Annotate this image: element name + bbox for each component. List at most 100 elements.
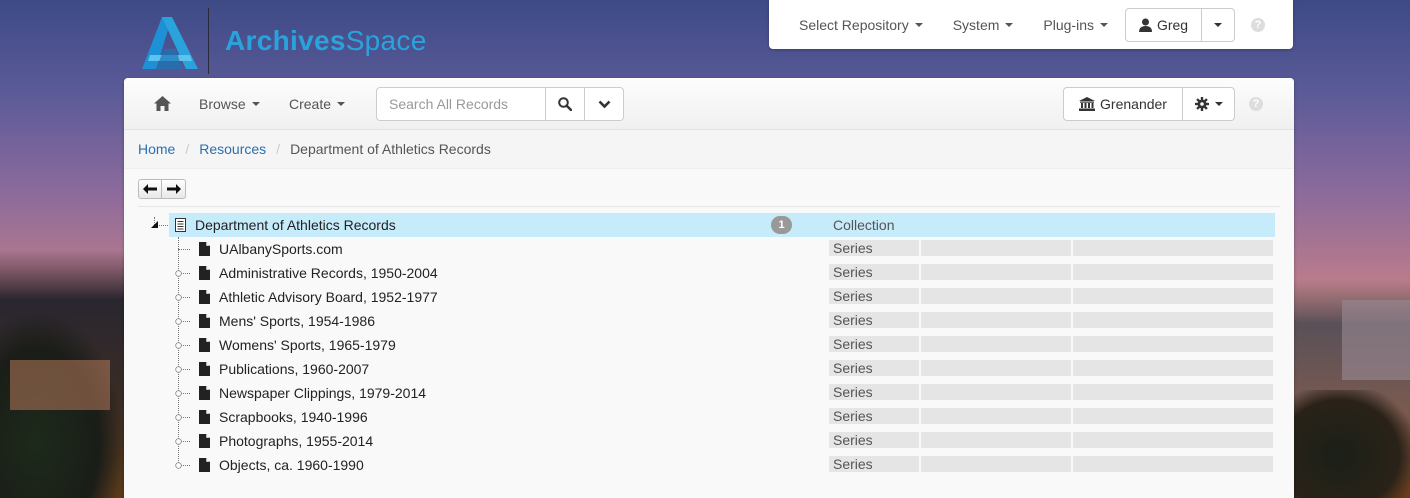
tree-child-row[interactable]: Mens' Sports, 1954-1986 Series — [124, 309, 1294, 333]
arrow-left-icon — [143, 184, 157, 194]
level-cell: Series — [829, 312, 919, 328]
repository-name: Grenander — [1100, 96, 1167, 112]
caret-down-icon — [914, 22, 923, 27]
user-button[interactable]: Greg — [1125, 7, 1202, 42]
tree-child-row[interactable]: Scrapbooks, 1940-1996 Series — [124, 405, 1294, 429]
tree-child-level: Series — [833, 432, 873, 448]
empty-cell — [921, 264, 1071, 280]
empty-cell — [1073, 336, 1273, 352]
tree-child-title[interactable]: Athletic Advisory Board, 1952-1977 — [219, 289, 438, 305]
breadcrumb-separator: / — [276, 141, 281, 157]
empty-cell — [1073, 264, 1273, 280]
empty-cell — [921, 240, 1071, 256]
tree-child-level: Series — [833, 384, 873, 400]
level-cell: Series — [829, 240, 919, 256]
breadcrumb-current: Department of Athletics Records — [290, 141, 491, 157]
help-icon[interactable]: ? — [1249, 97, 1263, 111]
tree-connector — [178, 249, 190, 250]
tree-child-title[interactable]: Photographs, 1955-2014 — [219, 433, 373, 449]
caret-down-icon — [1100, 22, 1108, 27]
logo-divider — [208, 8, 209, 74]
empty-cell — [1073, 384, 1273, 400]
create-menu[interactable]: Create — [289, 96, 346, 112]
expand-toggle-icon[interactable] — [175, 294, 182, 301]
browse-menu[interactable]: Browse — [199, 96, 260, 112]
tree-child-row[interactable]: Womens' Sports, 1965-1979 Series — [124, 333, 1294, 357]
breadcrumb-separator: / — [185, 141, 190, 157]
tree-root-title[interactable]: Department of Athletics Records — [195, 217, 396, 233]
top-navbar: Select Repository System Plug-ins Greg ? — [769, 0, 1293, 49]
tree-child-title[interactable]: Mens' Sports, 1954-1986 — [219, 313, 375, 329]
file-icon — [199, 434, 210, 448]
level-cell: Series — [829, 288, 919, 304]
home-icon[interactable] — [154, 96, 171, 111]
expand-toggle-icon[interactable] — [151, 221, 158, 228]
tree-child-title[interactable]: Objects, ca. 1960-1990 — [219, 457, 364, 473]
empty-cell — [921, 384, 1071, 400]
empty-cell — [1073, 360, 1273, 376]
file-icon — [199, 242, 210, 256]
empty-cell — [1073, 240, 1273, 256]
tree-child-title[interactable]: Administrative Records, 1950-2004 — [219, 265, 438, 281]
background-scenery-right — [1292, 280, 1410, 498]
tree-root-level: Collection — [833, 217, 895, 233]
repository-button[interactable]: Grenander — [1063, 87, 1183, 121]
tree-child-title[interactable]: Publications, 1960-2007 — [219, 361, 369, 377]
file-icon — [199, 362, 210, 376]
file-icon — [199, 314, 210, 328]
tree-content: Department of Athletics Records 1 Collec… — [124, 168, 1294, 498]
repository-group: Grenander — [1063, 87, 1235, 121]
tree-child-title[interactable]: Scrapbooks, 1940-1996 — [219, 409, 368, 425]
search-group — [376, 87, 624, 121]
search-options-button[interactable] — [585, 87, 624, 121]
help-icon[interactable]: ? — [1251, 17, 1265, 32]
level-cell: Series — [829, 384, 919, 400]
breadcrumb-home[interactable]: Home — [138, 141, 175, 157]
tree-child-row[interactable]: Photographs, 1955-2014 Series — [124, 429, 1294, 453]
empty-cell — [921, 408, 1071, 424]
expand-toggle-icon[interactable] — [175, 366, 182, 373]
expand-toggle-icon[interactable] — [175, 462, 182, 469]
search-input[interactable] — [376, 87, 546, 121]
expand-toggle-icon[interactable] — [175, 414, 182, 421]
tree-child-title[interactable]: UAlbanySports.com — [219, 241, 343, 257]
next-record-button[interactable] — [162, 179, 186, 199]
level-cell: Series — [829, 408, 919, 424]
tree-child-title[interactable]: Newspaper Clippings, 1979-2014 — [219, 385, 426, 401]
tree-child-row[interactable]: Objects, ca. 1960-1990 Series — [124, 453, 1294, 477]
tree-child-level: Series — [833, 360, 873, 376]
tree-child-row[interactable]: Athletic Advisory Board, 1952-1977 Series — [124, 285, 1294, 309]
tree-child-title[interactable]: Womens' Sports, 1965-1979 — [219, 337, 396, 353]
search-button[interactable] — [546, 87, 585, 121]
previous-record-button[interactable] — [138, 179, 162, 199]
tree-child-row[interactable]: Administrative Records, 1950-2004 Series — [124, 261, 1294, 285]
tree-root-row[interactable]: Department of Athletics Records 1 Collec… — [169, 213, 1275, 237]
expand-toggle-icon[interactable] — [175, 318, 182, 325]
plugins-menu[interactable]: Plug-ins — [1028, 17, 1123, 33]
tree-child-row[interactable]: Newspaper Clippings, 1979-2014 Series — [124, 381, 1294, 405]
expand-toggle-icon[interactable] — [175, 390, 182, 397]
tree-child-level: Series — [833, 408, 873, 424]
settings-button[interactable] — [1183, 87, 1235, 121]
file-icon — [199, 338, 210, 352]
empty-cell — [921, 288, 1071, 304]
user-dropdown-toggle[interactable] — [1202, 7, 1235, 42]
expand-toggle-icon[interactable] — [175, 438, 182, 445]
tree-child-level: Series — [833, 288, 873, 304]
expand-toggle-icon[interactable] — [175, 342, 182, 349]
level-cell: Series — [829, 456, 919, 472]
tree-child-level: Series — [833, 240, 873, 256]
breadcrumb-resources[interactable]: Resources — [199, 141, 266, 157]
app-name: ArchivesSpace — [225, 25, 427, 56]
tree-child-row[interactable]: Publications, 1960-2007 Series — [124, 357, 1294, 381]
select-repository-menu[interactable]: Select Repository — [784, 17, 938, 33]
tree-child-row[interactable]: UAlbanySports.com Series — [124, 237, 1294, 261]
app-logo[interactable]: ArchivesSpace — [142, 8, 427, 74]
child-count-badge: 1 — [771, 216, 792, 234]
expand-toggle-icon[interactable] — [175, 270, 182, 277]
empty-cell — [921, 456, 1071, 472]
archivesspace-logo-icon — [142, 17, 198, 69]
level-cell: Series — [829, 432, 919, 448]
system-menu[interactable]: System — [938, 17, 1029, 33]
collection-icon — [175, 218, 186, 232]
